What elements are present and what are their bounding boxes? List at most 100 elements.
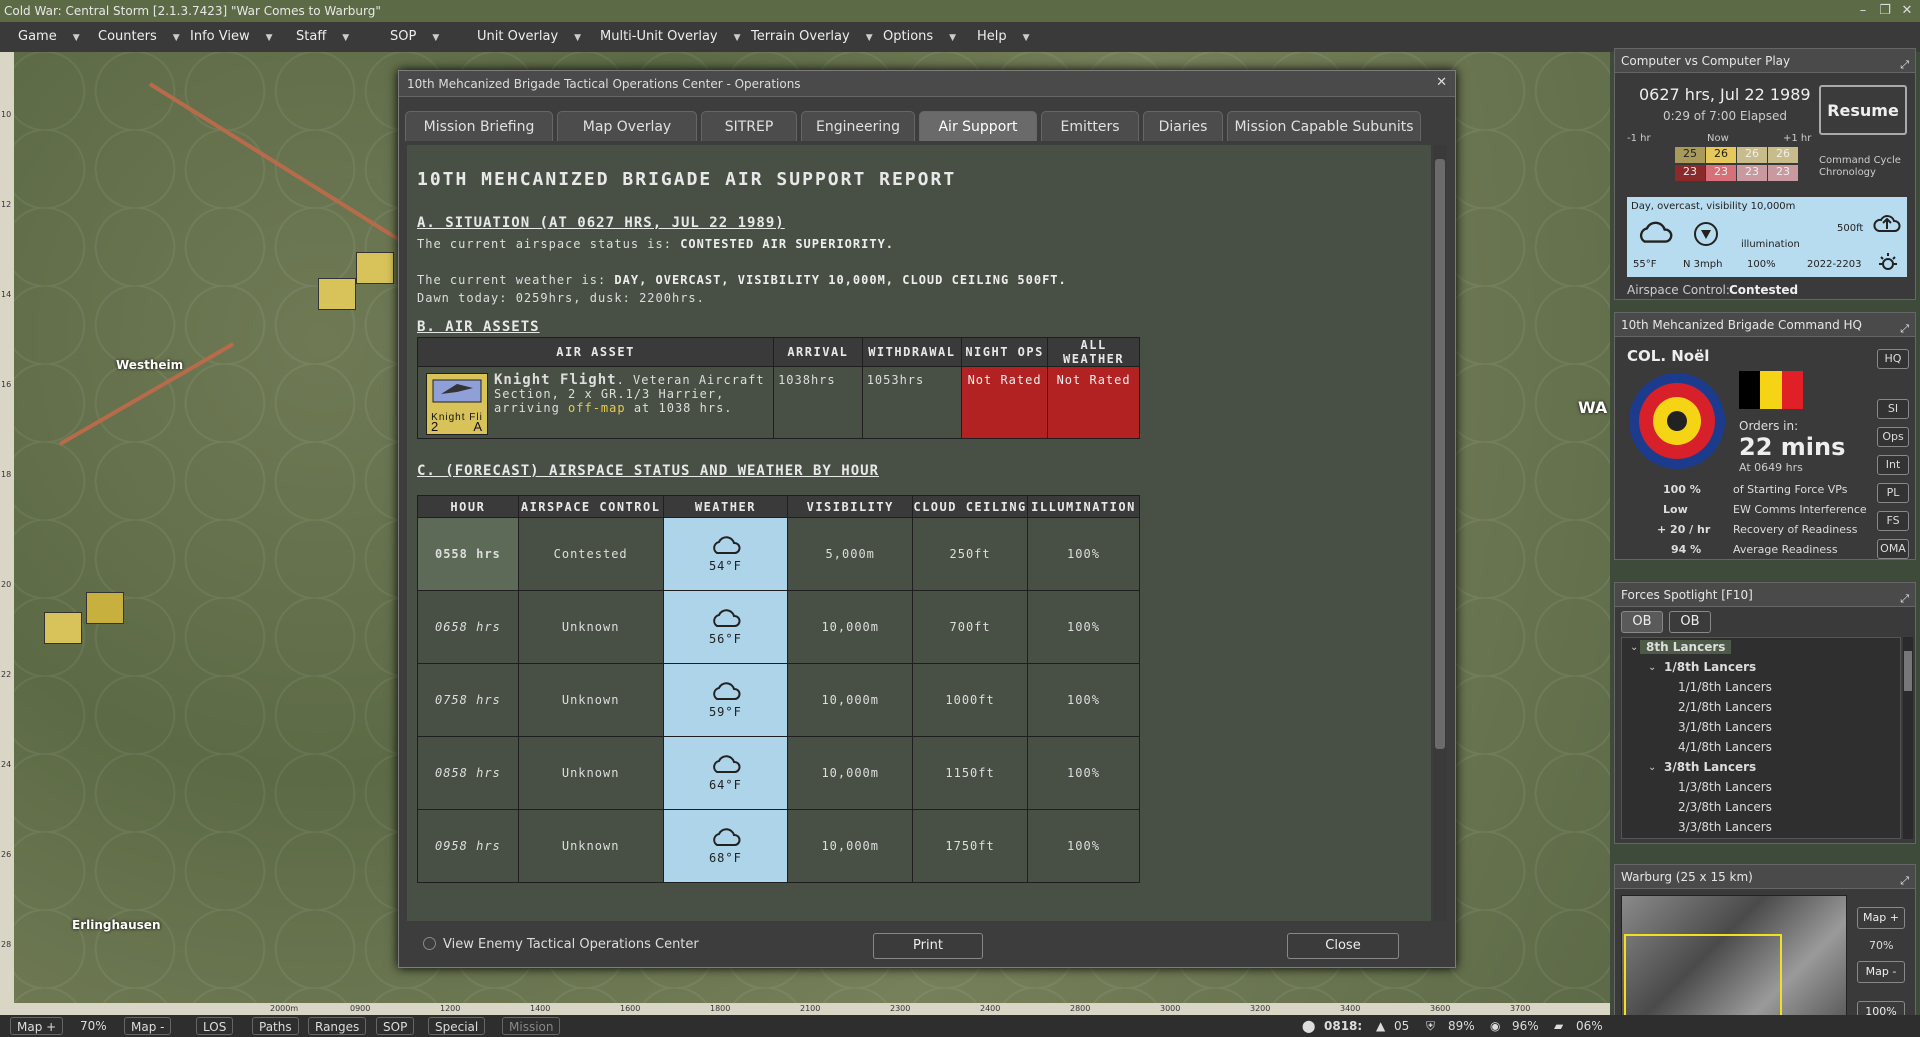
menu-game[interactable]: Game ▼ xyxy=(18,22,80,52)
unit-counter[interactable] xyxy=(318,278,356,310)
paths-button[interactable]: Paths xyxy=(252,1017,299,1035)
airspace-value: Contested xyxy=(1729,283,1799,297)
minimap-viewport[interactable] xyxy=(1624,934,1782,1028)
col-air-asset: AIR ASSET xyxy=(416,337,775,367)
menu-staff[interactable]: Staff ▼ xyxy=(296,22,349,52)
tree-item[interactable]: 8th Lancers xyxy=(1640,640,1732,654)
menu-help[interactable]: Help ▼ xyxy=(977,22,1030,52)
tab-air-support[interactable]: Air Support xyxy=(919,111,1037,141)
tree-scrollbar[interactable] xyxy=(1903,637,1913,839)
pin-icon[interactable]: ⤢ xyxy=(1900,869,1909,893)
menu-multi-unit-overlay[interactable]: Multi-Unit Overlay ▼ xyxy=(600,22,741,52)
menu-unit-overlay[interactable]: Unit Overlay ▼ xyxy=(477,22,581,52)
report-scrollbar[interactable] xyxy=(1433,145,1447,921)
close-button[interactable]: Close xyxy=(1287,933,1399,959)
oma-button[interactable]: OMA xyxy=(1877,539,1909,559)
weather-cell: 68°F xyxy=(662,809,789,883)
tab-engineering[interactable]: Engineering xyxy=(801,111,915,141)
chron-cell: 26 xyxy=(1768,147,1798,163)
view-enemy-toc-checkbox[interactable] xyxy=(423,937,436,950)
scrollbar-thumb[interactable] xyxy=(1435,159,1445,749)
unit-counter[interactable] xyxy=(86,592,124,624)
ops-button[interactable]: Ops xyxy=(1877,427,1909,447)
menu-counters[interactable]: Counters ▼ xyxy=(98,22,180,52)
int-button[interactable]: Int xyxy=(1877,455,1909,475)
menu-options[interactable]: Options ▼ xyxy=(883,22,956,52)
col-visibility: VISIBILITY xyxy=(787,495,914,518)
air-support-report[interactable]: 10TH MEHCANIZED BRIGADE AIR SUPPORT REPO… xyxy=(407,145,1431,921)
tab-ob[interactable]: OB xyxy=(1621,611,1663,633)
pl-button[interactable]: PL xyxy=(1877,483,1909,503)
map-zoom-in-button[interactable]: Map + xyxy=(10,1017,64,1035)
ceiling-cell: 1750ft xyxy=(912,809,1028,883)
tree-item[interactable]: 1/8th Lancers xyxy=(1664,660,1756,674)
close-window-icon[interactable]: ✕ xyxy=(1896,0,1918,22)
mission-button[interactable]: Mission xyxy=(502,1017,561,1035)
close-icon[interactable]: ✕ xyxy=(1436,75,1447,90)
tree-item[interactable]: 2/1/8th Lancers xyxy=(1678,700,1772,714)
expand-icon[interactable]: ⌄ xyxy=(1630,642,1638,653)
hour-cell: 0858 hrs xyxy=(417,736,519,810)
special-button[interactable]: Special xyxy=(428,1017,486,1035)
command-cycle-chronology[interactable]: 25 26 26 26 23 23 23 23 xyxy=(1675,147,1799,183)
minimize-icon[interactable]: – xyxy=(1852,0,1874,22)
pin-icon[interactable]: ⤢ xyxy=(1900,317,1909,341)
scrollbar-thumb[interactable] xyxy=(1904,651,1912,691)
sop-button[interactable]: SOP xyxy=(376,1017,415,1035)
tab-map-overlay[interactable]: Map Overlay xyxy=(557,111,697,141)
tab-ob-2[interactable]: OB xyxy=(1669,611,1711,633)
tree-item[interactable]: 3/8th Lancers xyxy=(1664,760,1756,774)
pin-icon[interactable]: ⤢ xyxy=(1900,587,1909,611)
chevron-down-icon: ▼ xyxy=(432,33,440,43)
expand-icon[interactable]: ⌄ xyxy=(1648,762,1656,773)
cloud-icon xyxy=(713,755,741,773)
menu-terrain-overlay[interactable]: Terrain Overlay ▼ xyxy=(751,22,873,52)
menu-sop[interactable]: SOP ▼ xyxy=(390,22,439,52)
hour-cell: 0658 hrs xyxy=(417,590,519,664)
tree-item[interactable]: 3/3/8th Lancers xyxy=(1678,820,1772,834)
tree-item[interactable]: 4/1/8th Lancers xyxy=(1678,740,1772,754)
tab-mission-capable-subunits[interactable]: Mission Capable Subunits xyxy=(1227,111,1421,141)
pin-icon[interactable]: ⤢ xyxy=(1900,53,1909,77)
ceiling-cell: 1150ft xyxy=(912,736,1028,810)
fs-button[interactable]: FS xyxy=(1877,511,1909,531)
ruler-tick: 20 xyxy=(1,580,12,589)
aircraft-counter-icon[interactable]: Knight Fli 2 A xyxy=(426,373,488,435)
tab-mission-briefing[interactable]: Mission Briefing xyxy=(405,111,553,141)
minimap-zoom-in-button[interactable]: Map + xyxy=(1857,907,1905,929)
aircraft-icon xyxy=(432,379,482,403)
chron-cell: 26 xyxy=(1737,147,1767,163)
los-button[interactable]: LOS xyxy=(196,1017,234,1035)
minimap-zoom-out-button[interactable]: Map - xyxy=(1857,961,1905,983)
tree-item[interactable]: 1/1/8th Lancers xyxy=(1678,680,1772,694)
print-button[interactable]: Print xyxy=(873,933,983,959)
asset-description-end: at 1038 hrs. xyxy=(625,401,733,415)
zoom-level: 70% xyxy=(80,1019,107,1033)
expand-icon[interactable]: ⌄ xyxy=(1648,662,1656,673)
restore-icon[interactable]: ❐ xyxy=(1874,0,1896,22)
tree-item[interactable]: 1/3/8th Lancers xyxy=(1678,780,1772,794)
dialog-tabs: Mission Briefing Map Overlay SITREP Engi… xyxy=(405,111,1445,141)
minimap[interactable] xyxy=(1621,895,1847,1029)
offmap-link[interactable]: off-map xyxy=(568,401,626,415)
hq-button[interactable]: HQ xyxy=(1877,349,1909,369)
si-button[interactable]: SI xyxy=(1877,399,1909,419)
menu-info-view[interactable]: Info View ▼ xyxy=(190,22,273,52)
cloud-icon xyxy=(713,536,741,554)
status-value-d: 06% xyxy=(1576,1019,1603,1033)
tab-diaries[interactable]: Diaries xyxy=(1143,111,1223,141)
ranges-button[interactable]: Ranges xyxy=(308,1017,367,1035)
ob-tree[interactable]: ⌄ 8th Lancers ⌄ 1/8th Lancers 1/1/8th La… xyxy=(1621,637,1901,839)
tab-emitters[interactable]: Emitters xyxy=(1041,111,1139,141)
tree-item[interactable]: 2/3/8th Lancers xyxy=(1678,800,1772,814)
report-heading: 10TH MEHCANIZED BRIGADE AIR SUPPORT REPO… xyxy=(417,169,957,190)
panel-header: Forces Spotlight [F10] ⤢ xyxy=(1615,583,1915,607)
tab-sitrep[interactable]: SITREP xyxy=(701,111,797,141)
unit-counter[interactable] xyxy=(356,252,394,284)
dialog-title: 10th Mehcanized Brigade Tactical Operati… xyxy=(399,71,1455,97)
unit-counter[interactable] xyxy=(44,612,82,644)
map-zoom-out-button[interactable]: Map - xyxy=(124,1017,172,1035)
tree-item[interactable]: 3/1/8th Lancers xyxy=(1678,720,1772,734)
resume-button[interactable]: Resume xyxy=(1819,85,1907,135)
brigade-emblem-icon[interactable] xyxy=(1627,371,1727,471)
